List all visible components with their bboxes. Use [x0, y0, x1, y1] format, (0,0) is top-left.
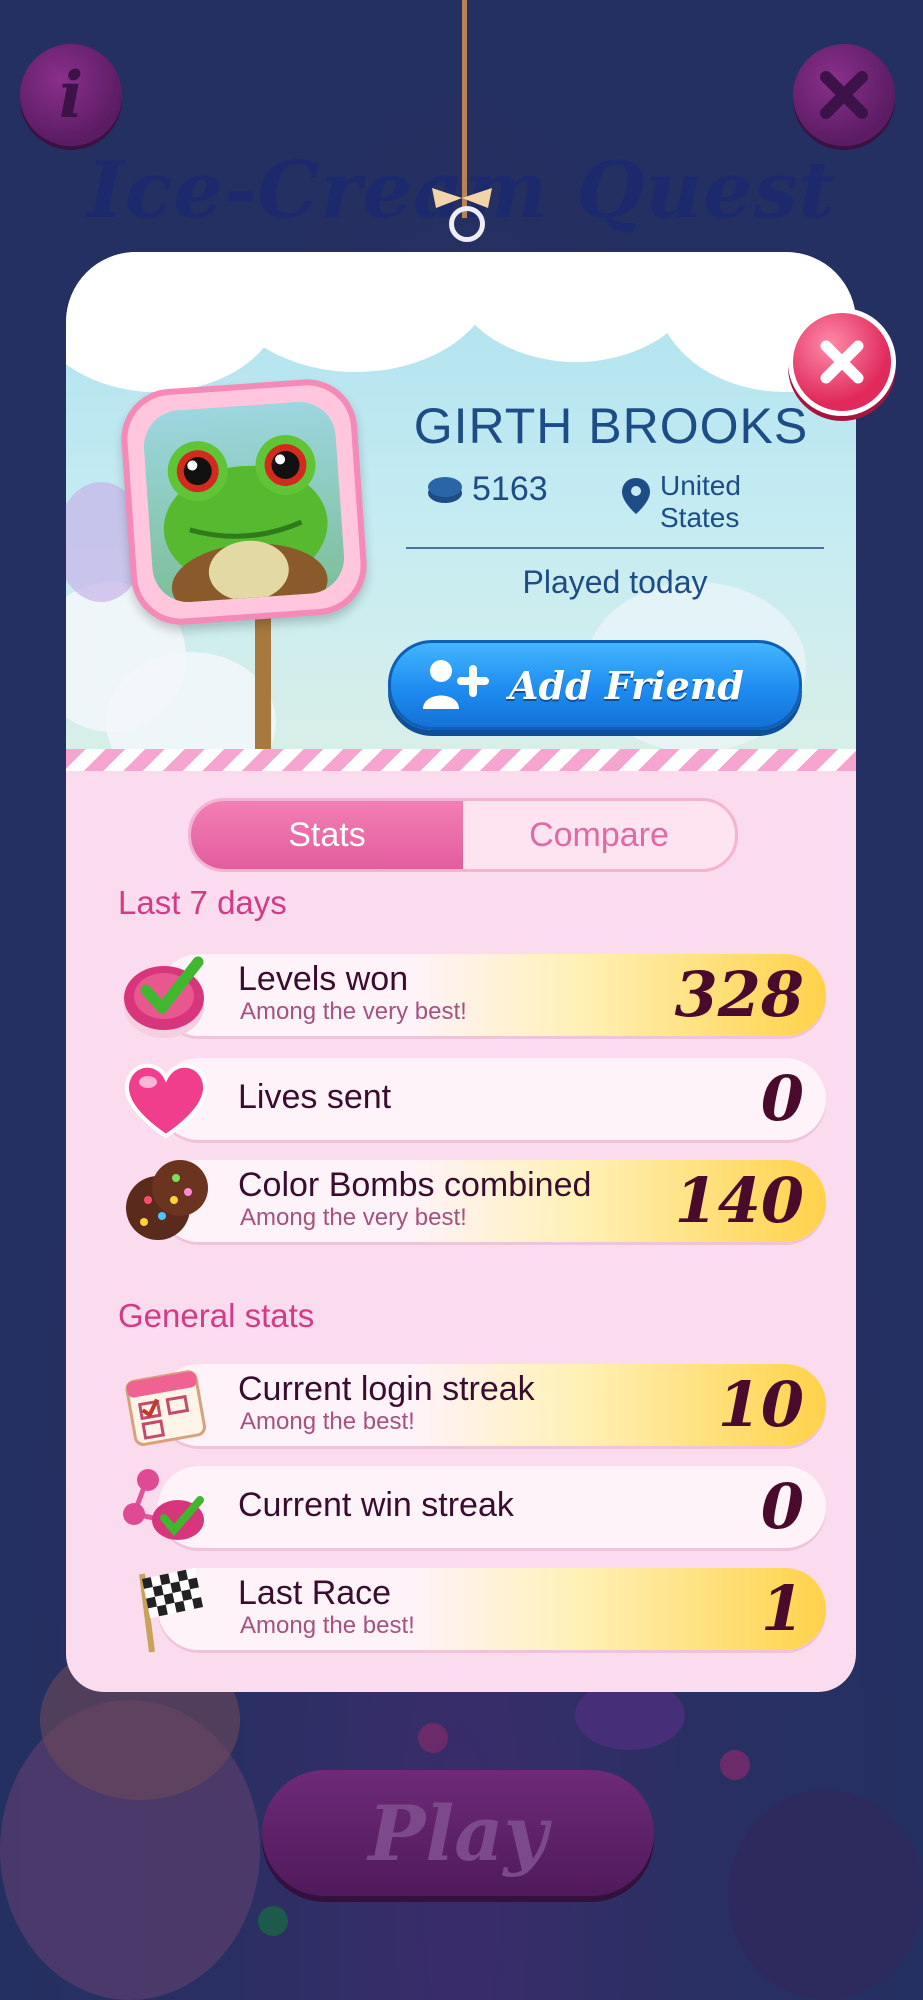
- stat-row-last-race: Last Race Among the best! 1: [118, 1566, 828, 1653]
- candy-stripe-divider: [66, 749, 856, 771]
- last-played-text: Played today: [522, 564, 708, 600]
- profile-header: GIRTH BROOKS 5163 United States Played t…: [66, 252, 856, 757]
- stat-value: 328: [674, 958, 804, 1031]
- avatar-stick: [255, 600, 271, 757]
- hook-icon: [449, 206, 485, 242]
- add-friend-icon: [423, 660, 489, 709]
- stat-title: Color Bombs combined: [238, 1166, 592, 1204]
- candy-decoration: [720, 1750, 750, 1780]
- tab-compare[interactable]: Compare: [463, 801, 735, 869]
- stat-value: 140: [674, 1164, 804, 1237]
- candy-decoration: [418, 1723, 448, 1753]
- close-popup-button[interactable]: [788, 308, 896, 416]
- add-friend-button[interactable]: Add Friend: [388, 640, 802, 730]
- coin-stack-icon: [428, 476, 462, 503]
- avatar: [118, 376, 370, 628]
- profile-popup: GIRTH BROOKS 5163 United States Played t…: [66, 252, 896, 1692]
- points-value: 5163: [472, 470, 548, 508]
- header-divider: [406, 547, 824, 549]
- win-streak-icon: [123, 1469, 204, 1540]
- stat-row-win-streak: Current win streak 0: [118, 1464, 828, 1550]
- stat-subtitle: Among the best!: [240, 1612, 415, 1639]
- section-heading-general-stats: General stats: [118, 1297, 315, 1334]
- checkered-flag-icon: [139, 1567, 204, 1653]
- stat-title: Levels won: [238, 960, 409, 998]
- close-icon: [820, 340, 864, 384]
- stat-value: 0: [760, 1062, 804, 1135]
- candy-decoration: [258, 1906, 288, 1936]
- stat-title: Lives sent: [238, 1078, 392, 1116]
- stat-value: 1: [760, 1572, 804, 1645]
- stat-row-login-streak: Current login streak Among the best! 10: [118, 1362, 828, 1448]
- frog-avatar-icon: [163, 435, 328, 605]
- background-close-button: [793, 44, 895, 146]
- location-display: United States: [620, 470, 741, 534]
- heart-icon: [125, 1063, 207, 1139]
- stat-title: Last Race: [238, 1574, 392, 1612]
- color-bomb-icon: [126, 1160, 208, 1240]
- stat-subtitle: Among the best!: [240, 1408, 415, 1435]
- location-line2: States: [660, 502, 740, 533]
- tab-stats[interactable]: Stats: [191, 801, 463, 869]
- stat-title: Current win streak: [238, 1486, 514, 1524]
- candy-bowl-decoration: [728, 1790, 923, 2000]
- points-display: 5163: [426, 470, 548, 509]
- stats-tabs: Stats Compare: [188, 798, 738, 872]
- player-name: GIRTH BROOKS: [413, 398, 809, 454]
- stat-subtitle: Among the very best!: [240, 998, 467, 1025]
- add-friend-label: Add Friend: [509, 662, 744, 708]
- stat-subtitle: Among the very best!: [240, 1204, 467, 1231]
- location-line1: United: [660, 470, 741, 501]
- stat-title: Current login streak: [238, 1370, 535, 1408]
- section-heading-last-7-days: Last 7 days: [118, 884, 287, 921]
- checkmark-icon: [124, 956, 204, 1038]
- stat-row-lives-sent: Lives sent 0: [118, 1056, 828, 1142]
- info-icon: i: [58, 57, 84, 133]
- stat-value: 10: [717, 1368, 804, 1441]
- info-button: i: [20, 44, 122, 146]
- close-icon: [820, 71, 868, 119]
- stat-value: 0: [760, 1470, 804, 1543]
- calendar-icon: [125, 1370, 206, 1446]
- play-button: Play: [262, 1770, 654, 1896]
- stat-row-color-bombs: Color Bombs combined Among the very best…: [118, 1158, 828, 1244]
- location-pin-icon: [622, 478, 650, 514]
- stat-row-levels-won: Levels won Among the very best! 328: [118, 952, 828, 1038]
